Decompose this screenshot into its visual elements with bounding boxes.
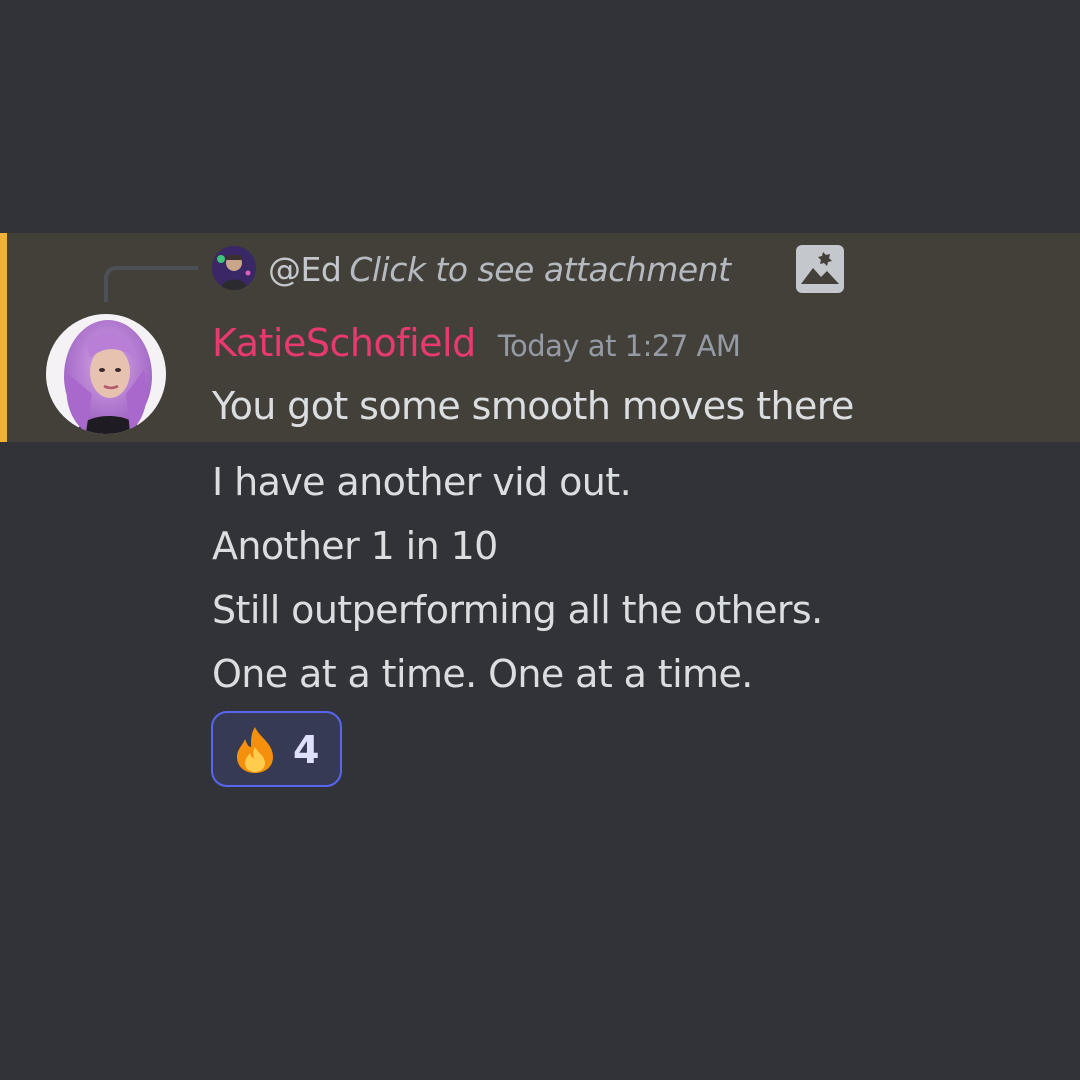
author-avatar[interactable] xyxy=(46,314,166,434)
highlight-accent-bar xyxy=(0,233,7,442)
fire-emoji-icon xyxy=(231,725,279,775)
message-line: You got some smooth moves there xyxy=(212,384,854,428)
reply-attachment-text[interactable]: Click to see attachment xyxy=(349,250,731,289)
reply-preview[interactable]: @Ed Click to see attachment xyxy=(268,246,731,294)
image-icon[interactable] xyxy=(795,244,845,294)
reaction-count: 4 xyxy=(293,728,320,772)
message-line: Still outperforming all the others. xyxy=(212,588,823,632)
reply-author-name[interactable]: @Ed xyxy=(268,250,342,289)
chat-view: @Ed Click to see attachment KatieSchofie… xyxy=(0,0,1080,1080)
reaction-button[interactable]: 4 xyxy=(211,711,342,787)
message-header: KatieSchofield Today at 1:27 AM xyxy=(212,316,741,373)
reply-connector-line xyxy=(104,266,198,302)
reply-author-avatar[interactable] xyxy=(212,246,256,290)
message-line: I have another vid out. xyxy=(212,460,632,504)
message-line: One at a time. One at a time. xyxy=(212,652,753,696)
message-timestamp[interactable]: Today at 1:27 AM xyxy=(498,319,741,373)
author-username[interactable]: KatieSchofield xyxy=(212,316,476,370)
message-line: Another 1 in 10 xyxy=(212,524,498,568)
